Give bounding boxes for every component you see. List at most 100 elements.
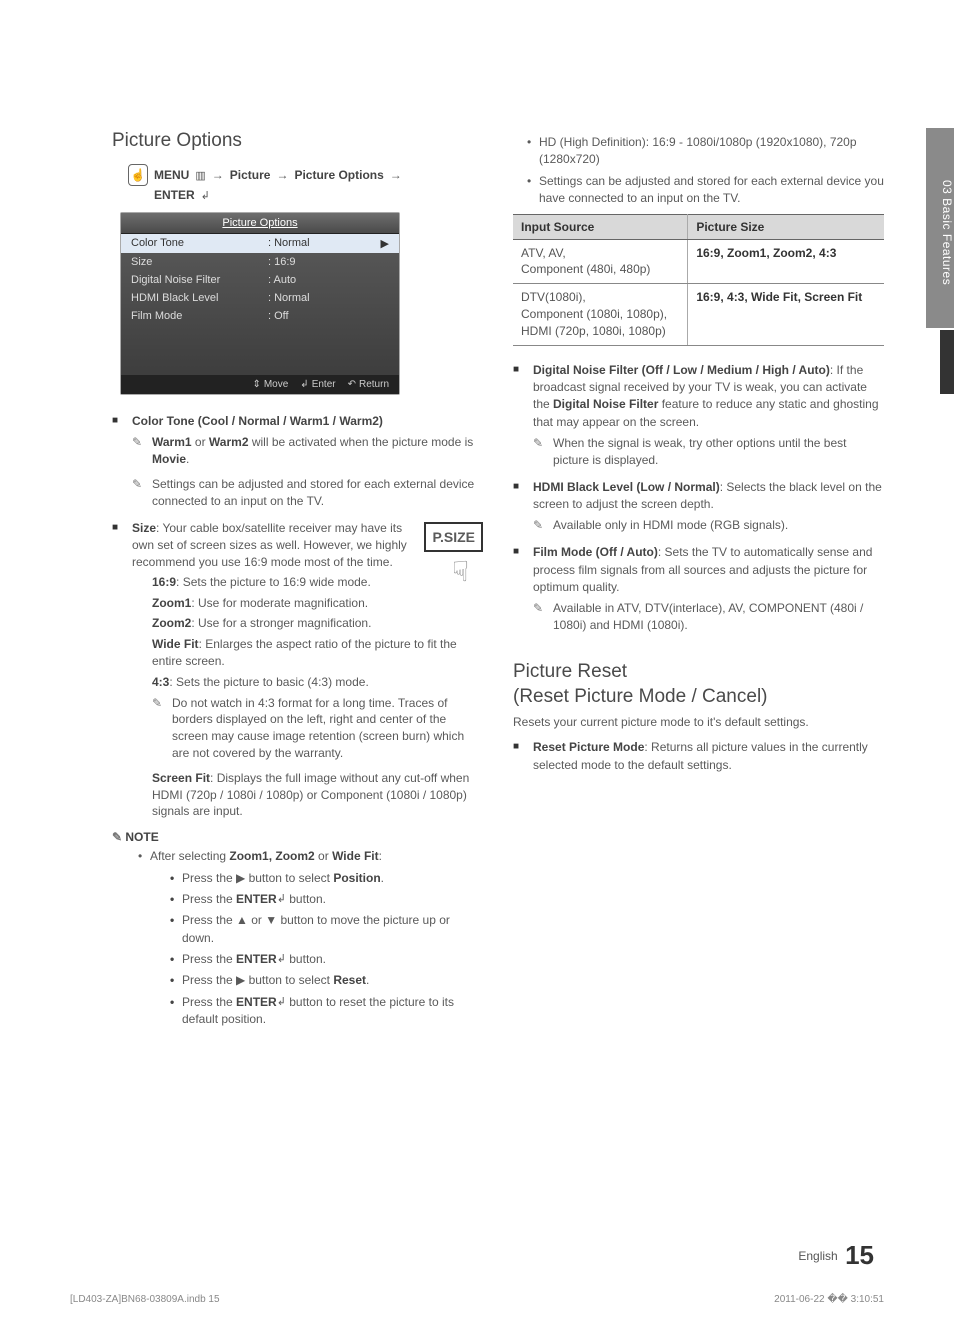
note-intro: After selecting Zoom1, Zoom2 or Wide Fit…: [138, 848, 483, 1029]
reset-label: Reset Picture Mode: [533, 740, 644, 754]
label-43: 4:3: [152, 675, 169, 689]
hand-icon: ☟: [452, 552, 469, 593]
arrow-right-icon: ▶: [375, 237, 389, 250]
step-item: Press the ▶ button to select Position.: [170, 870, 483, 887]
txt: or: [192, 435, 209, 449]
page-footer: English 15: [798, 1240, 874, 1271]
osd-label: Size: [131, 256, 238, 268]
enter-icon: [277, 892, 286, 908]
print-footer: [LD403-ZA]BN68-03809A.indb 15 2011-06-22…: [70, 1294, 884, 1305]
reset-intro: Resets your current picture mode to it's…: [513, 715, 884, 729]
osd-enter: Enter: [300, 379, 335, 390]
menu-path: ☝ MENU ▥ → Picture → Picture Options →: [128, 164, 483, 186]
osd-label: Film Mode: [131, 310, 238, 322]
size-head: Size: [132, 521, 156, 535]
td-picture-size: 16:9, 4:3, Wide Fit, Screen Fit: [688, 284, 884, 345]
step-item: Press the ENTER button.: [170, 951, 483, 968]
psize-button-label: P.SIZE: [424, 522, 483, 552]
left-column: Picture Options ☝ MENU ▥ → Picture → Pic…: [112, 130, 483, 1033]
bullet-item: Settings can be adjusted and stored for …: [527, 173, 884, 208]
txt: : Sets the picture to 16:9 wide mode.: [176, 575, 371, 589]
nav-menu: MENU: [154, 168, 189, 182]
txt: .: [186, 452, 189, 466]
osd-panel: Picture Options Color Tone: Normal▶Size:…: [120, 212, 400, 395]
footer-page: 15: [845, 1240, 874, 1270]
note-head: NOTE: [112, 830, 483, 844]
dnf-note: When the signal is weak, try other optio…: [533, 435, 884, 469]
size-43-note: Do not watch in 4:3 format for a long ti…: [152, 695, 483, 762]
osd-value: : 16:9: [238, 256, 375, 268]
size-screenfit: Screen Fit: Displays the full image with…: [152, 770, 483, 820]
nav-picture-options: Picture Options: [294, 168, 383, 182]
nav-picture: Picture: [230, 168, 271, 182]
osd-row[interactable]: Size: 16:9: [121, 253, 399, 271]
osd-label: Digital Noise Filter: [131, 274, 238, 286]
arrow-icon: →: [390, 168, 402, 182]
osd-footer: Move Enter Return: [121, 375, 399, 394]
item-film: Film Mode (Off / Auto): Sets the TV to a…: [513, 544, 884, 634]
steps-list: Press the ▶ button to select Position. Pr…: [150, 870, 483, 1029]
size-widefit: Wide Fit: Enlarges the aspect ratio of t…: [152, 636, 483, 670]
osd-value: : Normal: [238, 292, 375, 304]
right-column: HD (High Definition): 16:9 - 1080i/1080p…: [513, 130, 884, 1033]
txt: will be activated when the picture mode …: [249, 435, 474, 449]
txt: : Enlarges the aspect ratio of the pictu…: [152, 637, 457, 668]
enter-icon: [277, 952, 286, 968]
menu-path-enter: ENTER: [128, 188, 483, 202]
arrow-icon: →: [212, 168, 224, 182]
enter-icon: [277, 995, 286, 1011]
size-intro: : Your cable box/satellite receiver may …: [132, 521, 407, 570]
txt-bold: Wide Fit: [332, 849, 379, 863]
txt: : Use for a stronger magnification.: [191, 616, 371, 630]
osd-row[interactable]: Color Tone: Normal▶: [121, 234, 399, 253]
arrow-right-icon: [375, 274, 389, 286]
osd-value: : Off: [238, 310, 375, 322]
item-hbl: HDMI Black Level (Low / Normal): Selects…: [513, 479, 884, 535]
td-source: ATV, AV,Component (480i, 480p): [513, 239, 688, 284]
film-head: Film Mode (Off / Auto): [533, 545, 658, 559]
label-screenfit: Screen Fit: [152, 771, 210, 785]
size-zoom2: Zoom2: Use for a stronger magnification.: [152, 615, 483, 632]
remote-icon: ☝: [128, 164, 148, 186]
arrow-right-icon: [375, 256, 389, 268]
osd-row[interactable]: HDMI Black Level: Normal: [121, 289, 399, 307]
color-tone-note-1: Warm1 or Warm2 will be activated when th…: [132, 434, 483, 468]
hbl-note: Available only in HDMI mode (RGB signals…: [533, 517, 884, 534]
menu-glyph-icon: ▥: [195, 169, 205, 182]
txt: : Use for moderate magnification.: [191, 596, 368, 610]
item-dnf: Digital Noise Filter (Off / Low / Medium…: [513, 362, 884, 469]
th-picture-size: Picture Size: [688, 214, 884, 239]
color-tone-note-2: Settings can be adjusted and stored for …: [132, 476, 483, 510]
label-zoom1: Zoom1: [152, 596, 191, 610]
arrow-right-icon: [375, 292, 389, 304]
step-item: Press the ENTER button.: [170, 891, 483, 908]
size-43: 4:3: Sets the picture to basic (4:3) mod…: [152, 674, 483, 691]
print-right: 2011-06-22 �� 3:10:51: [774, 1294, 884, 1305]
item-color-tone: Color Tone (Cool / Normal / Warm1 / Warm…: [112, 413, 483, 510]
osd-row[interactable]: Film Mode: Off: [121, 307, 399, 325]
osd-value: : Auto: [238, 274, 375, 286]
table-row: DTV(1080i),Component (1080i, 1080p),HDMI…: [513, 284, 884, 345]
osd-title: Picture Options: [121, 213, 399, 234]
top-bullets: HD (High Definition): 16:9 - 1080i/1080p…: [513, 134, 884, 208]
item-reset-picture-mode: Reset Picture Mode: Returns all picture …: [513, 739, 884, 774]
txt-bold: Zoom1, Zoom2: [229, 849, 314, 863]
osd-value: : Normal: [238, 237, 375, 250]
step-item: Press the ▲ or ▼ button to move the pict…: [170, 912, 483, 947]
enter-icon: [201, 189, 210, 202]
td-source: DTV(1080i),Component (1080i, 1080p),HDMI…: [513, 284, 688, 345]
print-left: [LD403-ZA]BN68-03809A.indb 15: [70, 1294, 220, 1305]
txt: After selecting: [150, 849, 229, 863]
dnf-head: Digital Noise Filter (Off / Low / Medium…: [533, 363, 830, 377]
label-zoom2: Zoom2: [152, 616, 191, 630]
size-169: 16:9: Sets the picture to 16:9 wide mode…: [152, 574, 483, 591]
osd-row[interactable]: Digital Noise Filter: Auto: [121, 271, 399, 289]
txt: or: [315, 849, 332, 863]
table-row: ATV, AV,Component (480i, 480p)16:9, Zoom…: [513, 239, 884, 284]
txt: :: [379, 849, 382, 863]
nav-enter: ENTER: [154, 188, 195, 202]
step-item: Press the ENTER button to reset the pict…: [170, 994, 483, 1029]
warm2-label: Warm2: [209, 435, 249, 449]
warm1-label: Warm1: [152, 435, 192, 449]
step-item: Press the ▶ button to select Reset.: [170, 972, 483, 989]
